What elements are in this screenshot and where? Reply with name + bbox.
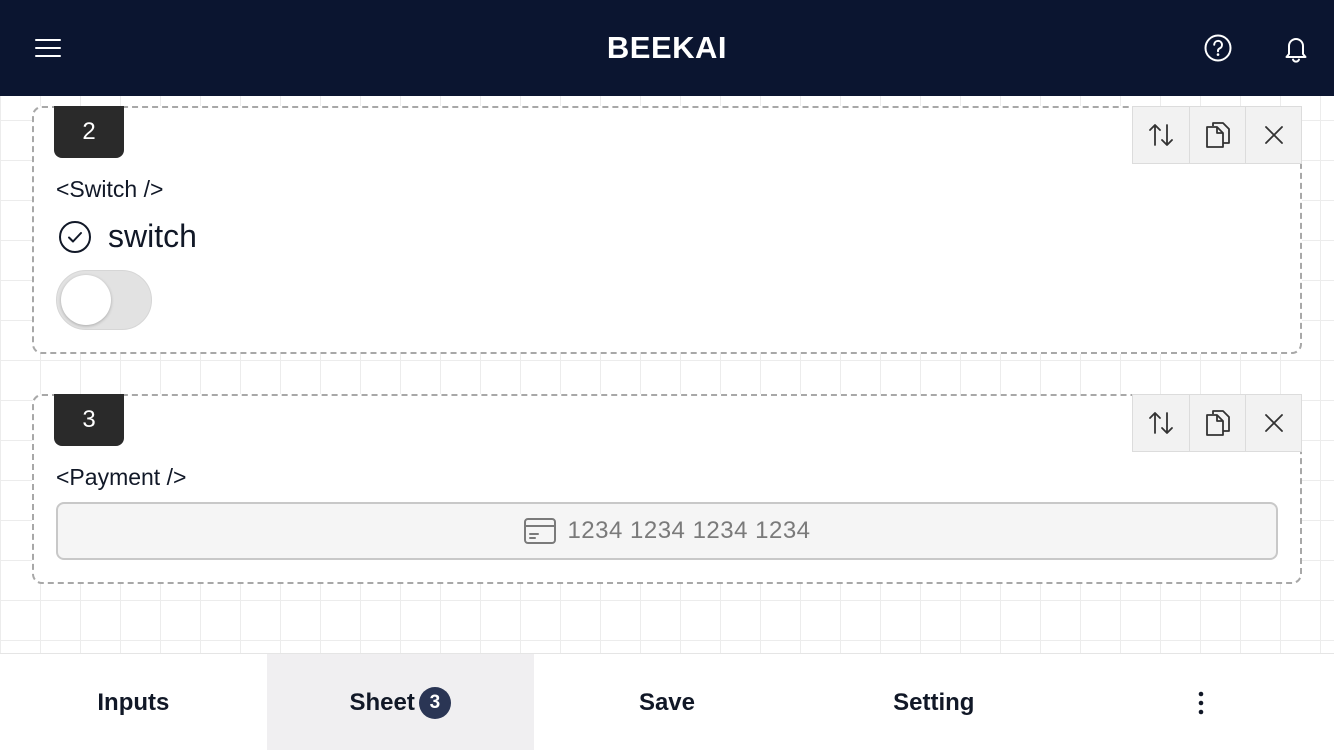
card-number-input[interactable]: 1234 1234 1234 1234 xyxy=(56,502,1278,560)
duplicate-button[interactable] xyxy=(1189,107,1245,163)
check-circle-icon xyxy=(59,220,91,253)
tab-save-label: Save xyxy=(638,688,696,716)
card-number-placeholder: 1234 1234 1234 1234 xyxy=(567,517,811,544)
card-toolbar xyxy=(1132,394,1302,452)
duplicate-button[interactable] xyxy=(1189,395,1245,451)
tab-sheet[interactable]: Sheet 3 xyxy=(266,654,534,750)
card-index-badge: 2 xyxy=(54,106,124,158)
hamburger-menu-icon xyxy=(35,39,61,57)
menu-button[interactable] xyxy=(28,28,68,68)
card-index-badge: 3 xyxy=(54,394,124,446)
duplicate-icon xyxy=(1205,410,1230,436)
duplicate-icon xyxy=(1205,122,1230,148)
tab-setting[interactable]: Setting xyxy=(800,654,1067,750)
card-toolbar xyxy=(1132,106,1302,164)
tab-sheet-label: Sheet xyxy=(349,688,415,716)
reorder-button[interactable] xyxy=(1133,107,1189,163)
credit-card-icon xyxy=(524,518,557,544)
component-card-switch[interactable]: 2 <Switch /> switch xyxy=(32,106,1302,354)
vertical-ellipsis-icon xyxy=(1198,691,1203,714)
close-icon xyxy=(1264,414,1283,432)
tab-save[interactable]: Save xyxy=(534,654,801,750)
reorder-icon xyxy=(1149,412,1173,434)
bottom-nav: Inputs Sheet 3 Save Setting xyxy=(0,653,1334,750)
component-type-label: <Payment /> xyxy=(56,464,187,490)
component-type-label: <Switch /> xyxy=(56,176,164,202)
tab-inputs[interactable]: Inputs xyxy=(0,654,267,750)
help-button[interactable] xyxy=(1198,28,1238,68)
app-header: BEEKAI xyxy=(0,0,1334,96)
bell-icon xyxy=(1285,38,1307,63)
reorder-button[interactable] xyxy=(1133,395,1189,451)
switch-knob xyxy=(61,275,111,325)
reorder-icon xyxy=(1149,124,1173,146)
app-title: BEEKAI xyxy=(606,30,728,65)
close-icon xyxy=(1264,126,1283,144)
question-circle-icon xyxy=(1204,34,1232,62)
more-button[interactable] xyxy=(1067,654,1334,750)
remove-button[interactable] xyxy=(1245,107,1301,163)
tab-inputs-label: Inputs xyxy=(97,688,170,716)
field-label: switch xyxy=(108,218,197,254)
switch-toggle[interactable] xyxy=(56,270,152,330)
notifications-button[interactable] xyxy=(1276,28,1316,68)
tab-setting-label: Setting xyxy=(893,688,975,716)
component-card-payment[interactable]: 3 <Payment /> 1234 1234 1234 1234 xyxy=(32,394,1302,584)
field-title: switch xyxy=(58,218,197,255)
remove-button[interactable] xyxy=(1245,395,1301,451)
sheet-count-badge: 3 xyxy=(418,686,451,719)
